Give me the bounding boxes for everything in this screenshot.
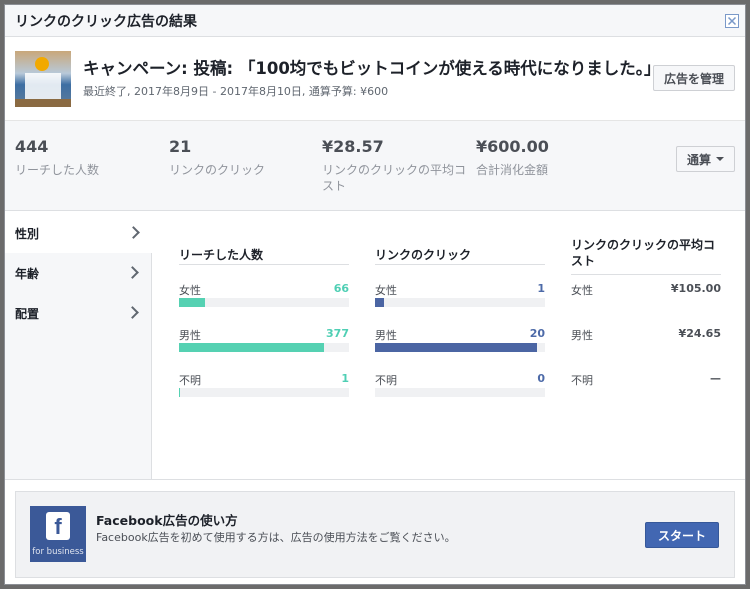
column-header: リンクのクリック xyxy=(375,237,545,265)
breakdown-row: 不明 1 xyxy=(179,355,349,400)
chevron-right-icon xyxy=(126,266,139,279)
chevron-right-icon xyxy=(127,226,140,239)
row-label: 女性 xyxy=(571,284,593,297)
stat-value: 444 xyxy=(15,137,49,156)
stat-cpc: ¥28.57 リンクのクリックの平均コスト xyxy=(322,137,472,194)
bar-track xyxy=(375,388,545,397)
sidebar-item-label: 年齢 xyxy=(15,266,40,281)
facebook-f-icon: f xyxy=(46,512,70,540)
stat-spend: ¥600.00 合計消化金額 xyxy=(476,137,616,178)
start-button[interactable]: スタート xyxy=(644,522,719,548)
sidebar-item-gender[interactable]: 性別 xyxy=(5,213,152,253)
row-label: 女性 xyxy=(179,284,201,297)
stat-value: ¥600.00 xyxy=(476,137,549,156)
row-label: 男性 xyxy=(571,329,593,342)
cpc-breakdown: リンクのクリックの平均コスト 女性 ¥105.00 男性 ¥24.65 不明 — xyxy=(571,237,721,400)
breakdown-row: 男性 377 xyxy=(179,310,349,355)
breakdown-row: 女性 1 xyxy=(375,265,545,310)
bar-fill xyxy=(179,343,324,352)
post-thumbnail xyxy=(15,50,71,107)
help-banner: f for business Facebook広告の使い方 Facebook広告… xyxy=(15,491,735,578)
manage-ads-button[interactable]: 広告を管理 xyxy=(652,65,735,91)
column-header: リーチした人数 xyxy=(179,237,349,265)
breakdown-row: 不明 — xyxy=(571,355,721,400)
row-value: 1 xyxy=(341,372,349,385)
help-description: Facebook広告を初めて使用する方は、広告の使用方法をご覧ください。 xyxy=(96,531,456,544)
campaign-subtitle: 最近終了, 2017年8月9日 - 2017年8月10日, 通算予算: ¥600 xyxy=(83,85,389,98)
row-value: 1 xyxy=(537,282,545,295)
bar-fill xyxy=(375,298,384,307)
row-value: 20 xyxy=(529,327,545,340)
bar-fill xyxy=(375,343,537,352)
bar-track xyxy=(179,298,349,307)
row-value: — xyxy=(710,372,721,385)
campaign-title: キャンペーン: 投稿: 「100均でもビットコインが使える時代になりました。」 xyxy=(83,59,661,78)
dialog-titlebar: リンクのクリック広告の結果 xyxy=(5,5,745,37)
stat-label: リーチした人数 xyxy=(15,163,100,177)
help-title: Facebook広告の使い方 xyxy=(96,513,238,528)
stat-label: リンクのクリック xyxy=(169,163,266,177)
breakdown-row: 女性 ¥105.00 xyxy=(571,265,721,310)
row-value: 377 xyxy=(326,327,349,340)
stat-value: ¥28.57 xyxy=(322,137,384,156)
facebook-for-business-logo: f for business xyxy=(30,506,86,562)
sidebar-item-placement[interactable]: 配置 xyxy=(5,293,151,333)
logo-caption: for business xyxy=(32,547,84,557)
row-label: 不明 xyxy=(571,374,593,387)
sidebar-item-label: 性別 xyxy=(15,226,40,241)
stat-reach: 444 リーチした人数 xyxy=(15,137,155,178)
row-label: 不明 xyxy=(375,374,397,387)
row-label: 男性 xyxy=(179,329,201,342)
summary-stats: 444 リーチした人数 21 リンクのクリック ¥28.57 リンクのクリックの… xyxy=(5,121,745,211)
close-icon[interactable] xyxy=(725,14,739,28)
sidebar-item-label: 配置 xyxy=(15,306,40,321)
breakdown-row: 不明 0 xyxy=(375,355,545,400)
bar-fill xyxy=(179,298,205,307)
caret-down-icon xyxy=(716,157,724,161)
breakdown-sidebar: 性別 年齢 配置 xyxy=(5,213,152,479)
stat-clicks: 21 リンクのクリック xyxy=(169,137,309,178)
reach-breakdown: リーチした人数 女性 66 男性 377 不明 1 xyxy=(179,237,349,400)
campaign-header: キャンペーン: 投稿: 「100均でもビットコインが使える時代になりました。」 … xyxy=(5,37,745,121)
bar-track xyxy=(179,343,349,352)
breakdown-area: 性別 年齢 配置 リーチした人数 女性 66 男性 377 不明 1 リンクのク… xyxy=(5,213,745,480)
sidebar-item-age[interactable]: 年齢 xyxy=(5,253,151,293)
dialog-title: リンクのクリック広告の結果 xyxy=(15,13,197,30)
stat-value: 21 xyxy=(169,137,192,156)
date-scope-dropdown[interactable]: 通算 xyxy=(675,146,735,172)
row-value: 0 xyxy=(537,372,545,385)
row-label: 不明 xyxy=(179,374,201,387)
row-value: 66 xyxy=(333,282,349,295)
stat-label: リンクのクリックの平均コスト xyxy=(322,163,467,193)
date-scope-label: 通算 xyxy=(686,152,711,167)
breakdown-row: 女性 66 xyxy=(179,265,349,310)
bar-track xyxy=(375,343,545,352)
row-label: 女性 xyxy=(375,284,397,297)
stat-label: 合計消化金額 xyxy=(476,163,549,177)
bar-track xyxy=(179,388,349,397)
breakdown-row: 男性 20 xyxy=(375,310,545,355)
bar-fill xyxy=(179,388,180,397)
chevron-right-icon xyxy=(126,306,139,319)
row-value: ¥24.65 xyxy=(678,327,721,340)
row-label: 男性 xyxy=(375,329,397,342)
breakdown-row: 男性 ¥24.65 xyxy=(571,310,721,355)
bar-track xyxy=(375,298,545,307)
row-value: ¥105.00 xyxy=(670,282,721,295)
clicks-breakdown: リンクのクリック 女性 1 男性 20 不明 0 xyxy=(375,237,545,400)
results-dialog: リンクのクリック広告の結果 キャンペーン: 投稿: 「100均でもビットコインが… xyxy=(4,4,746,585)
